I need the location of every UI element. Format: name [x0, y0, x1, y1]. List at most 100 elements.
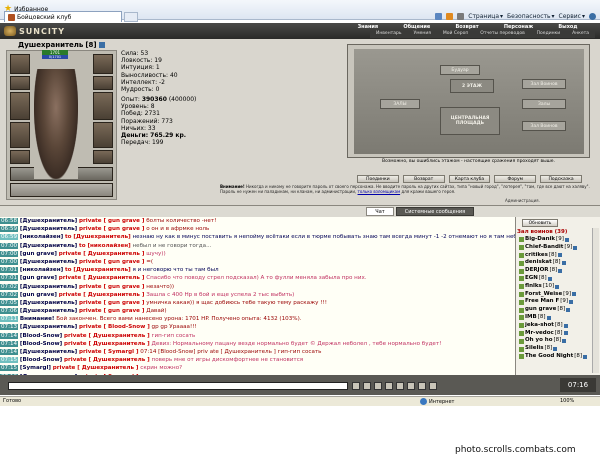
scroll-lock-icon[interactable] [418, 382, 426, 390]
helmet-slot[interactable] [10, 54, 30, 74]
message-recipient[interactable]: private [ Душехранитель ] [59, 251, 145, 257]
online-user[interactable]: critikes [8] [519, 252, 591, 260]
message-recipient[interactable]: private [ Душехранитель ] [59, 275, 145, 281]
forum-button[interactable]: Форум [494, 175, 537, 183]
room-warriors-bottom[interactable]: Зал Воинов [522, 121, 566, 131]
user-info-icon[interactable] [557, 253, 562, 258]
user-name[interactable]: gun grave [525, 306, 556, 314]
user-info-icon[interactable] [573, 245, 578, 250]
online-user[interactable]: DERJOR [8] [519, 267, 591, 275]
private-chat-icon[interactable] [519, 276, 524, 282]
floor-2-sign[interactable]: 2 ЭТАЖ [450, 79, 494, 93]
message-author[interactable]: [gun grave] [20, 292, 57, 298]
user-info-icon[interactable] [547, 276, 552, 281]
hint-button[interactable]: Подсказка [540, 175, 582, 183]
user-info-icon[interactable] [553, 347, 558, 352]
user-name[interactable]: deniskat [525, 259, 552, 267]
chat-input[interactable] [8, 382, 348, 390]
settings-icon[interactable] [429, 382, 437, 390]
submenu-profile[interactable]: Анкета [572, 31, 589, 38]
central-square[interactable]: ЦЕНТРАЛЬНАЯ ПЛОЩАДЬ [440, 107, 500, 135]
user-info-icon[interactable] [563, 331, 568, 336]
room-warriors-top[interactable]: Зал Воинов [522, 79, 566, 89]
message-recipient[interactable]: private [ Душехранитель ] [64, 333, 150, 339]
security-menu[interactable]: Безопасность ▾ [507, 13, 555, 20]
message-author[interactable]: [Душехранитель] [20, 300, 77, 306]
info-icon[interactable] [98, 42, 105, 48]
private-chat-icon[interactable] [519, 330, 524, 336]
send-icon[interactable] [352, 382, 360, 390]
online-user[interactable]: IMB [8] [519, 314, 591, 322]
earrings-slot[interactable] [93, 54, 113, 74]
message-recipient[interactable]: to [николайзен] [79, 243, 131, 249]
message-author[interactable]: [Душехранитель] [20, 226, 77, 232]
weapon-slot[interactable] [10, 92, 30, 120]
boots-slot[interactable] [93, 150, 113, 164]
menu-communication[interactable]: Общение [403, 24, 430, 31]
refresh-button[interactable]: Обновить [522, 219, 558, 227]
user-name[interactable]: Forst_Weise [525, 291, 562, 299]
private-chat-icon[interactable] [519, 245, 524, 251]
zoom-level[interactable]: 100% [560, 398, 574, 404]
message-recipient[interactable]: private [ gun grave ] [79, 259, 144, 265]
belt-slot[interactable] [10, 150, 30, 164]
menu-character[interactable]: Персонаж [504, 24, 533, 31]
online-user[interactable]: deniskat [8] [519, 259, 591, 267]
message-recipient[interactable]: private [ gun grave ] [79, 218, 144, 224]
user-info-icon[interactable] [563, 323, 568, 328]
club-map-button[interactable]: Карта клуба [448, 175, 491, 183]
user-info-icon[interactable] [564, 237, 569, 242]
online-user[interactable]: Oh yo ho [8] [519, 337, 591, 345]
online-user[interactable]: Forst_Weise [9] [519, 291, 591, 299]
message-author[interactable]: [Душехранитель] [20, 243, 77, 249]
message-author[interactable]: [Душехранитель] [20, 324, 77, 330]
user-name[interactable]: Silelis [525, 345, 544, 353]
message-recipient[interactable]: to [Душехранитель] [65, 234, 131, 240]
message-author[interactable]: [Blood-Snow] [20, 333, 62, 339]
browser-tab[interactable]: Бойцовский клуб [4, 11, 122, 22]
private-chat-icon[interactable] [519, 299, 524, 305]
tools-menu[interactable]: Сервис ▾ [559, 13, 585, 20]
user-info-icon[interactable] [562, 339, 567, 344]
warning-link[interactable]: только взломщикам [358, 189, 401, 194]
smiles-icon[interactable] [374, 382, 382, 390]
message-author[interactable]: [Душехранитель] [20, 218, 77, 224]
print-icon[interactable] [457, 13, 465, 20]
user-name[interactable]: Chief-Bandit [525, 244, 563, 252]
message-author[interactable]: Внимание! [20, 316, 55, 322]
online-user[interactable]: EGN [8] [519, 275, 591, 283]
user-name[interactable]: The Good Night [525, 353, 573, 361]
user-name[interactable]: IMB [525, 314, 537, 322]
user-name[interactable]: flnlks [525, 283, 542, 291]
private-chat-icon[interactable] [519, 315, 524, 321]
message-author[interactable]: [Душехранитель] [20, 349, 77, 355]
private-chat-icon[interactable] [519, 323, 524, 329]
user-info-icon[interactable] [555, 284, 560, 289]
menu-exit[interactable]: Выход [558, 24, 577, 31]
clear-icon[interactable] [363, 382, 371, 390]
tab-system-messages[interactable]: Системные сообщения [396, 207, 474, 216]
private-chat-icon[interactable] [519, 284, 524, 290]
user-info-icon[interactable] [583, 354, 588, 359]
submenu-battles[interactable]: Поединки [537, 31, 561, 38]
submenu-transfers[interactable]: Отчеты переводов [480, 31, 524, 38]
message-recipient[interactable]: private [ gun grave ] [79, 300, 144, 306]
user-info-icon[interactable] [566, 308, 571, 313]
help-icon[interactable] [589, 13, 596, 20]
user-info-icon[interactable] [561, 261, 566, 266]
sound-icon[interactable] [407, 382, 415, 390]
message-recipient[interactable]: to [Душехранитель] [65, 267, 131, 273]
online-user[interactable]: The Good Night [8] [519, 353, 591, 361]
gloves-slot[interactable] [93, 76, 113, 90]
private-chat-icon[interactable] [519, 291, 524, 297]
battles-button[interactable]: Поединки [357, 175, 399, 183]
private-chat-icon[interactable] [519, 307, 524, 313]
user-info-icon[interactable] [546, 315, 551, 320]
message-recipient[interactable]: private [ Душехранитель ] [64, 341, 150, 347]
message-author[interactable]: [Blood-Snow] [20, 341, 62, 347]
submenu-mysrop[interactable]: Мой Сероп [443, 31, 468, 38]
message-recipient[interactable]: private [ Blood-Snow ] [79, 324, 150, 330]
message-author[interactable]: [Душехранитель] [20, 308, 77, 314]
armor-slot[interactable] [10, 122, 30, 148]
page-menu[interactable]: Страница ▾ [468, 13, 503, 20]
